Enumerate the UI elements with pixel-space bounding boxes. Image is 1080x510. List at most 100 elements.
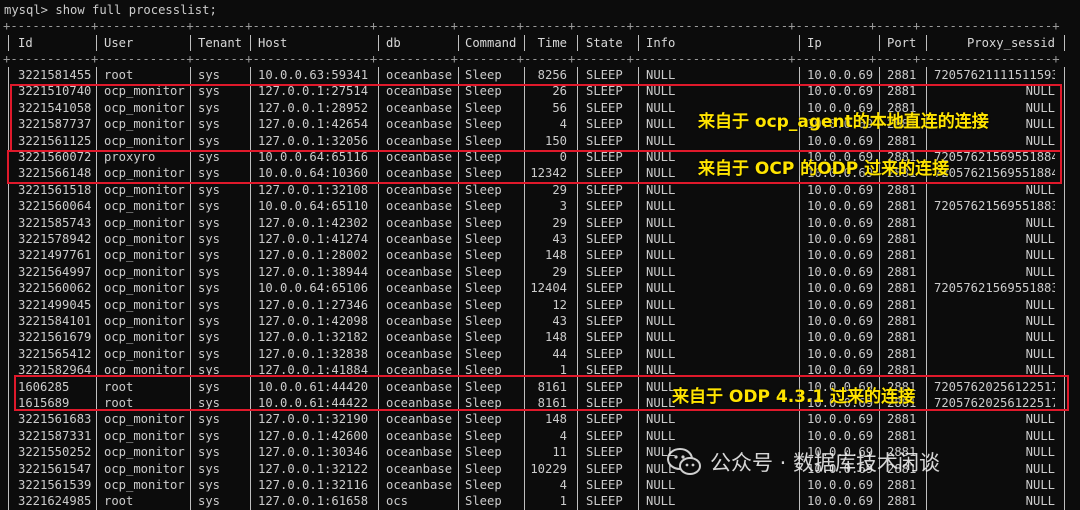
column-header-proxy_sessid: Proxy_sessid	[966, 36, 1055, 50]
table-row[interactable]: 3221565412 ocp_monitor sys 127.0.0.1:32838 o…	[0, 345, 1080, 363]
cell-id: 3221624985	[18, 494, 92, 509]
column-separator	[250, 214, 251, 231]
table-row[interactable]: 3221584101 ocp_monitor sys 127.0.0.1:42098 o…	[0, 313, 1080, 330]
cell-command: Sleep	[465, 215, 502, 230]
table-row[interactable]: 3221561683 ocp_monitor sys 127.0.0.1:32190 o…	[0, 411, 1080, 428]
column-separator	[190, 493, 191, 510]
cell-time: 4	[559, 478, 567, 492]
column-header-id: Id	[18, 36, 33, 50]
cell-host: 127.0.0.1:32122	[258, 461, 369, 476]
cell-state: SLEEP	[586, 461, 623, 476]
column-separator	[879, 313, 880, 330]
cell-ip: 10.0.0.69	[807, 428, 874, 443]
cell-db: oceanbase	[386, 182, 453, 197]
table-row[interactable]: 3221564997 ocp_monitor sys 127.0.0.1:38944 o…	[0, 263, 1080, 281]
cell-user: ocp_monitor	[104, 346, 185, 361]
column-separator	[378, 427, 379, 445]
cell-user: ocp_monitor	[104, 314, 185, 328]
cell-time: 148	[544, 330, 567, 345]
cell-user: ocp_monitor	[104, 445, 185, 460]
cell-port: 2881	[887, 182, 917, 197]
column-separator	[879, 231, 880, 248]
cell-command: Sleep	[465, 461, 502, 476]
cell-tenant: sys	[198, 346, 221, 361]
column-separator	[190, 181, 191, 199]
column-separator	[638, 263, 639, 281]
column-separator	[378, 231, 379, 248]
cell-db: oceanbase	[386, 264, 453, 279]
table-row[interactable]: 3221560064 ocp_monitor sys 10.0.0.64:65110 o…	[0, 198, 1080, 215]
cell-host: 10.0.0.64:65106	[258, 281, 369, 296]
column-separator	[96, 67, 97, 84]
table-row[interactable]: 3221578942 ocp_monitor sys 127.0.0.1:41274 o…	[0, 231, 1080, 248]
table-row[interactable]: 3221561518 ocp_monitor sys 127.0.0.1:32108 o…	[0, 181, 1080, 199]
cell-user: ocp_monitor	[104, 232, 185, 246]
cell-command: Sleep	[465, 445, 502, 460]
column-separator	[879, 181, 880, 199]
annotation-ocp-odp: 来自于 OCP 的ODP 过来的连接	[698, 159, 950, 179]
cell-proxy_sessid: 720576215695518839	[934, 199, 1055, 214]
column-separator	[638, 181, 639, 199]
cell-info: NULL	[646, 494, 676, 509]
cell-time: 3	[559, 199, 567, 214]
cell-tenant: sys	[198, 494, 221, 509]
column-separator	[638, 493, 639, 510]
cell-info: NULL	[646, 68, 676, 82]
column-separator	[926, 181, 927, 199]
cell-time: 29	[552, 182, 567, 197]
column-separator	[8, 493, 9, 510]
column-separator	[926, 427, 927, 445]
cell-port: 2881	[887, 215, 917, 230]
terminal-window[interactable]: mysql> show full processlist; +---------…	[0, 0, 1080, 510]
column-separator	[1064, 247, 1065, 264]
table-row[interactable]: 3221561679 ocp_monitor sys 127.0.0.1:32182 o…	[0, 329, 1080, 346]
table-border-header: +-----------+------------+-------+------…	[3, 52, 1060, 66]
column-separator	[8, 427, 9, 445]
cell-command: Sleep	[465, 428, 502, 443]
column-separator	[799, 329, 800, 346]
column-separator	[1064, 345, 1065, 363]
cell-time: 12	[552, 297, 567, 312]
column-separator	[458, 444, 459, 461]
column-separator	[577, 427, 578, 445]
table-row[interactable]: 3221624985 root sys 127.0.0.1:61658 ocs Sleep…	[0, 493, 1080, 510]
cell-time: 29	[552, 264, 567, 279]
table-row[interactable]: 3221560062 ocp_monitor sys 10.0.0.64:65106 o…	[0, 280, 1080, 297]
column-separator	[926, 280, 927, 297]
cell-info: NULL	[646, 215, 676, 230]
column-separator	[638, 67, 639, 84]
cell-host: 127.0.0.1:32190	[258, 412, 369, 427]
column-separator	[879, 296, 880, 313]
column-separator	[638, 345, 639, 363]
column-separator	[8, 280, 9, 297]
cell-port: 2881	[887, 199, 917, 214]
cell-state: SLEEP	[586, 264, 623, 279]
column-separator	[190, 263, 191, 281]
cell-state: SLEEP	[586, 199, 623, 214]
cell-proxy_sessid: NULL	[1025, 330, 1055, 345]
column-separator	[8, 132, 9, 149]
column-separator	[458, 493, 459, 510]
table-row[interactable]: 3221497761 ocp_monitor sys 127.0.0.1:28002 o…	[0, 247, 1080, 264]
column-separator	[378, 460, 379, 477]
column-separator	[250, 67, 251, 84]
cell-user: root	[104, 68, 134, 82]
cell-db: oceanbase	[386, 68, 453, 82]
column-separator	[458, 427, 459, 445]
column-separator	[879, 411, 880, 428]
column-separator	[799, 280, 800, 297]
column-separator	[926, 296, 927, 313]
cell-host: 127.0.0.1:42098	[258, 314, 369, 328]
column-separator	[190, 345, 191, 363]
cell-id: 3221584101	[18, 314, 92, 328]
column-separator	[799, 67, 800, 84]
table-row[interactable]: 3221499045 ocp_monitor sys 127.0.0.1:27346 o…	[0, 296, 1080, 313]
column-separator	[926, 231, 927, 248]
column-separator	[638, 460, 639, 477]
column-separator	[378, 280, 379, 297]
cell-info: NULL	[646, 346, 676, 361]
table-row[interactable]: 3221587331 ocp_monitor sys 127.0.0.1:42600 o…	[0, 427, 1080, 445]
table-row[interactable]: 3221585743 ocp_monitor sys 127.0.0.1:42302 o…	[0, 214, 1080, 231]
column-separator	[879, 35, 880, 52]
table-row[interactable]: 3221581455 root sys 10.0.0.63:59341 oceanbas…	[0, 67, 1080, 84]
